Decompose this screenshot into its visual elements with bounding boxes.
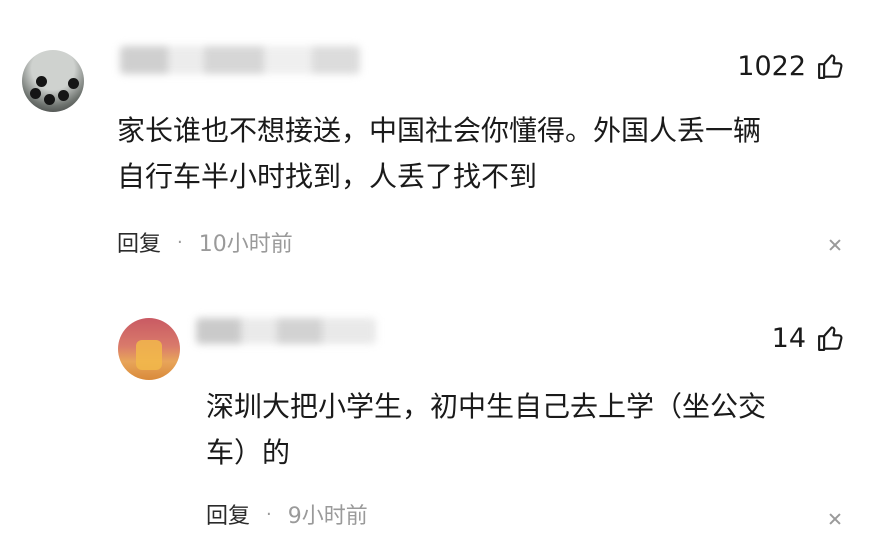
comment-meta: 回复 · 9小时前 [206, 498, 368, 530]
like-button[interactable]: 1022 [737, 50, 846, 82]
avatar-pattern [136, 340, 162, 370]
avatar-pattern [68, 78, 79, 89]
comment-reply: 14 深圳大把小学生，初中生自己去上学（坐公交 车）的 回复 · 9小时前 [0, 300, 890, 554]
avatar-pattern [44, 94, 55, 105]
like-count: 14 [771, 322, 806, 354]
meta-separator: · [177, 231, 183, 253]
thumbs-up-icon [818, 54, 843, 79]
avatar-pattern [36, 76, 47, 87]
reply-button[interactable]: 回复 [206, 498, 250, 530]
comment-meta: 回复 · 10小时前 [117, 226, 293, 258]
avatar-pattern [30, 88, 41, 99]
thumbs-up-icon [818, 326, 843, 351]
timestamp: 9小时前 [287, 504, 368, 529]
meta-separator: · [266, 503, 272, 525]
avatar-pattern [58, 90, 69, 101]
timestamp: 10小时前 [198, 232, 293, 257]
username-blurred[interactable] [120, 46, 360, 74]
close-icon[interactable] [828, 512, 842, 526]
username-blurred[interactable] [196, 318, 376, 344]
avatar[interactable] [118, 318, 180, 380]
like-button[interactable]: 14 [772, 322, 846, 354]
comment-text: 深圳大把小学生，初中生自己去上学（坐公交 车）的 [206, 390, 767, 469]
reply-button[interactable]: 回复 [117, 226, 161, 258]
comment-text: 家长谁也不想接送，中国社会你懂得。外国人丢一辆 自行车半小时找到，人丢了找不到 [117, 114, 762, 193]
avatar[interactable] [22, 50, 84, 112]
close-icon[interactable] [828, 238, 842, 252]
comment: 1022 家长谁也不想接送，中国社会你懂得。外国人丢一辆 自行车半小时找到，人丢… [0, 0, 890, 300]
like-count: 1022 [737, 50, 806, 82]
